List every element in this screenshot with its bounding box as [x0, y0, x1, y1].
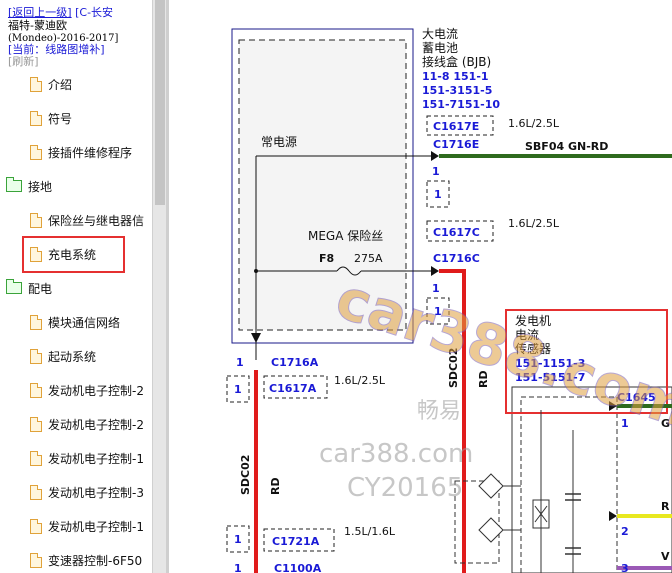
vehicle-model: 福特-蒙迪欧 — [8, 19, 67, 32]
pin-label: 3 — [621, 562, 629, 573]
pin-label: 1 — [434, 188, 442, 201]
folder-icon — [6, 177, 22, 192]
tree-item-label: 接插件维修程序 — [48, 145, 133, 160]
tree-item-label: 变速器控制-6F50 — [48, 553, 143, 568]
watermark-text: car388.com — [319, 439, 473, 469]
tree-item-fuse-relay[interactable]: 保险丝与继电器信 — [0, 205, 152, 235]
tree-item-label: 配电 — [28, 281, 53, 296]
circuit-label: SBF04 GN-RD — [525, 140, 608, 153]
vehicle-name: [C-长安 — [75, 6, 114, 19]
wire-color-label: V — [661, 550, 670, 563]
sensor-internal — [520, 396, 618, 573]
tree-folder-ground[interactable]: 接地 — [0, 171, 152, 201]
wiring-diagram-pane[interactable]: 大电流 蓄电池 接线盒 (BJB) 11-8 151-1 151-3151-5 … — [169, 0, 672, 573]
variant-label: 1.6L/2.5L — [508, 217, 560, 230]
wire-color-label: RD — [269, 477, 282, 495]
connector-label: C1617C — [433, 226, 480, 239]
document-icon — [30, 110, 42, 126]
pin-label: 1 — [234, 533, 242, 546]
wiring-diagram: 大电流 蓄电池 接线盒 (BJB) 11-8 151-1 151-3151-5 … — [226, 27, 672, 573]
pin-label: 1 — [234, 383, 242, 396]
watermark-text: car388.com — [328, 266, 672, 441]
tree-item-label: 发动机电子控制-2 — [48, 417, 144, 432]
tree-item-label: 保险丝与继电器信 — [48, 213, 145, 228]
sidebar-tree: [返回上一级] [C-长安 福特-蒙迪欧 (Mondeo)-2016-2017]… — [0, 0, 152, 573]
tree-item-starting-system[interactable]: 起动系统 — [0, 341, 152, 371]
arrow-icon — [431, 151, 439, 161]
mega-fuse-label: MEGA 保险丝 — [308, 228, 383, 243]
document-icon — [30, 144, 42, 160]
document-icon — [30, 76, 42, 92]
connector-label: C1716A — [271, 356, 319, 369]
wire-color-label: R — [661, 500, 670, 513]
connector-label: C1721A — [272, 535, 320, 548]
document-icon — [30, 552, 42, 568]
tree-item-transmission-control[interactable]: 变速器控制-6F50 — [0, 545, 152, 573]
bjb-title: 大电流 — [422, 27, 458, 41]
sidebar-scrollbar[interactable] — [152, 0, 167, 573]
tree-item-engine-control[interactable]: 发动机电子控制-3 — [0, 477, 152, 507]
tree-item-engine-control[interactable]: 发动机电子控制-1 — [0, 511, 152, 541]
document-icon — [30, 212, 42, 228]
tree-item-engine-control[interactable]: 发动机电子控制-1 — [0, 443, 152, 473]
tree-item-label: 模块通信网络 — [48, 315, 121, 330]
tree-item-module-network[interactable]: 模块通信网络 — [0, 307, 152, 337]
watermark-text: 畅易 — [417, 399, 461, 424]
splice-dot — [254, 269, 258, 273]
folder-icon — [6, 279, 22, 294]
selection-highlight — [22, 236, 125, 273]
document-icon — [30, 518, 42, 534]
bjb-title: 蓄电池 — [422, 41, 458, 55]
document-icon — [30, 348, 42, 364]
tree-item-label: 发动机电子控制-1 — [48, 451, 144, 466]
tree-item-label: 介绍 — [48, 77, 73, 92]
watermark-text: CY20165 — [347, 473, 463, 503]
pin-label: 1 — [432, 165, 440, 178]
connector-label: C1100A — [274, 562, 322, 573]
tree-item-engine-control[interactable]: 发动机电子控制-2 — [0, 409, 152, 439]
document-icon — [30, 314, 42, 330]
always-power-label: 常电源 — [261, 135, 297, 149]
tree-item-symbols[interactable]: 符号 — [0, 103, 152, 133]
arrow-icon — [609, 511, 617, 521]
back-link[interactable]: [返回上一级] — [8, 6, 72, 19]
tree-item-intro[interactable]: 介绍 — [0, 69, 152, 99]
tree-item-label: 符号 — [48, 111, 73, 126]
document-icon — [30, 450, 42, 466]
document-icon — [30, 416, 42, 432]
variant-label: 1.6L/2.5L — [334, 374, 386, 387]
sidebar-header-line1: [返回上一级] [C-长安 — [8, 6, 113, 19]
bjb-title: 接线盒 (BJB) — [422, 54, 491, 69]
circuit-label: SDC02 — [239, 455, 252, 495]
variant-label: 1.6L/2.5L — [508, 117, 560, 130]
fuse-rating: 275A — [354, 252, 383, 265]
arrow-icon — [431, 266, 439, 276]
bjb-page-ref: 151-3151-5 — [422, 84, 492, 97]
tree-item-label: 起动系统 — [48, 349, 97, 364]
refresh-link[interactable]: [刷新] — [8, 55, 39, 68]
scrollbar-thumb[interactable] — [155, 0, 165, 205]
tree-item-connector-repair[interactable]: 接插件维修程序 — [0, 137, 152, 167]
tree-item-label: 发动机电子控制-2 — [48, 383, 144, 398]
connector-label: C1617E — [433, 120, 479, 133]
connector-label: C1716E — [433, 138, 479, 151]
tree-item-engine-control[interactable]: 发动机电子控制-2 — [0, 375, 152, 405]
pin-label: 1 — [234, 562, 242, 573]
connector-label: C1716C — [433, 252, 480, 265]
variant-label: 1.5L/1.6L — [344, 525, 396, 538]
pin-label: 2 — [621, 525, 629, 538]
document-icon — [30, 484, 42, 500]
document-icon — [30, 382, 42, 398]
arrow-down-icon — [251, 333, 261, 343]
fuse-id: F8 — [319, 252, 334, 265]
connector-label: C1617A — [269, 382, 317, 395]
tree-item-label: 发动机电子控制-3 — [48, 485, 144, 500]
tree-item-label: 发动机电子控制-1 — [48, 519, 144, 534]
tree-item-label: 接地 — [28, 179, 53, 194]
bjb-page-ref: 11-8 151-1 — [422, 70, 489, 83]
tree-folder-power-distribution[interactable]: 配电 — [0, 273, 152, 303]
bjb-page-ref: 151-7151-10 — [422, 98, 500, 111]
pin-label: 1 — [236, 356, 244, 369]
